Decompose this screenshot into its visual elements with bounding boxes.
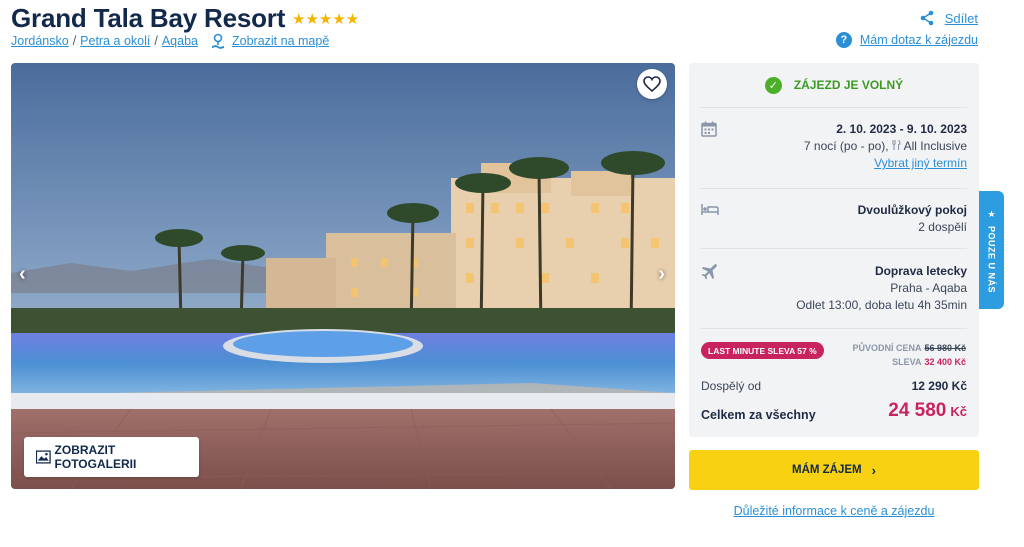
original-price: PŮVODNÍ CENA 56 980 Kč (852, 343, 966, 353)
check-circle-icon: ✓ (764, 76, 782, 94)
transport-type: Doprava letecky (874, 264, 967, 278)
breadcrumb: Jordánsko / Petra a okolí / Aqaba Zobraz… (11, 33, 329, 49)
favorite-heart-button[interactable] (637, 69, 667, 99)
page-title: Grand Tala Bay Resort (11, 3, 286, 33)
discount-value: 32 400 Kč (924, 357, 966, 367)
dates-row: 2. 10. 2023 - 9. 10. 2023 7 nocí (po - p… (701, 121, 967, 175)
total-price: 24 580 Kč (888, 400, 967, 422)
total-price-value: 24 580 (888, 400, 947, 421)
heart-icon (643, 76, 661, 92)
breadcrumb-region[interactable]: Petra a okolí (80, 34, 150, 48)
chevron-right-icon: › (871, 462, 876, 478)
star-icon: ★ (987, 209, 996, 219)
change-date-link[interactable]: Vybrat jiný termín (874, 156, 967, 170)
show-gallery-label: ZOBRAZIT FOTOGALERII (54, 443, 137, 471)
room-type: Dvoulůžkový pokoj (857, 203, 967, 217)
divider (701, 188, 967, 189)
discount-amount: SLEVA 32 400 Kč (892, 357, 966, 367)
question-icon: ? (835, 32, 852, 48)
ask-question-link[interactable]: ? Mám dotaz k zájezdu (835, 32, 978, 48)
show-gallery-button[interactable]: ZOBRAZIT FOTOGALERII (24, 437, 199, 477)
transport-row: Doprava letecky Praha - Aqaba Odlet 13:0… (701, 263, 967, 317)
bed-icon (701, 204, 719, 215)
trip-dates: 2. 10. 2023 - 9. 10. 2023 (836, 122, 967, 136)
hotel-pool-photo (11, 63, 675, 489)
breadcrumb-country[interactable]: Jordánsko (11, 34, 69, 48)
prev-photo-arrow-icon[interactable]: ‹ (19, 263, 26, 286)
total-price-row: Celkem za všechny 24 580 Kč (701, 400, 967, 426)
room-row: Dvoulůžkový pokoj 2 dospělí (701, 202, 967, 238)
map-pin-icon (212, 33, 224, 49)
share-label: Sdílet (944, 10, 978, 26)
exclusive-offer-label: POUZE U NÁS (986, 226, 997, 294)
breadcrumb-separator: / (154, 34, 158, 48)
exclusive-offer-tab[interactable]: ★ POUZE U NÁS (979, 191, 1004, 309)
board-type: All Inclusive (903, 139, 967, 153)
guest-count: 2 dospělí (918, 220, 967, 234)
interest-button-label: MÁM ZÁJEM (792, 464, 862, 476)
last-minute-discount-badge: LAST MINUTE SLEVA 57 % (701, 342, 824, 359)
total-price-label: Celkem za všechny (701, 408, 816, 422)
show-on-map-link[interactable]: Zobrazit na mapě (210, 33, 329, 49)
total-price-currency: Kč (950, 404, 967, 419)
breadcrumb-separator: / (72, 34, 77, 48)
trip-nights: 7 nocí (po - po), (803, 139, 889, 153)
adult-price-label: Dospělý od (701, 379, 762, 393)
price-info-link[interactable]: Důležité informace k ceně a zájezdu (689, 504, 979, 518)
interest-button[interactable]: MÁM ZÁJEM › (689, 450, 979, 490)
adult-price-row: Dospělý od 12 290 Kč (701, 379, 967, 393)
divider (701, 328, 967, 329)
next-photo-arrow-icon[interactable]: › (658, 263, 665, 286)
availability-status: ✓ ZÁJEZD JE VOLNÝ (689, 63, 979, 107)
discount-label: SLEVA (892, 357, 922, 367)
original-price-label: PŮVODNÍ CENA (852, 343, 922, 353)
divider (701, 248, 967, 249)
original-price-value: 56 980 Kč (924, 343, 966, 353)
trip-length-board: 7 nocí (po - po), All Inclusive (804, 138, 967, 155)
adult-price-value: 12 290 Kč (911, 379, 967, 393)
flight-route: Praha - Aqaba (890, 281, 967, 295)
calendar-icon (701, 121, 717, 137)
flight-departure: Odlet 13:00, doba letu 4h 35min (796, 298, 967, 312)
ask-question-label: Mám dotaz k zájezdu (859, 33, 978, 47)
cutlery-icon (892, 139, 901, 150)
hotel-photo-gallery[interactable]: ‹ › ZOBRAZIT FOTOGALERII (11, 63, 675, 489)
breadcrumb-city[interactable]: Aqaba (162, 34, 198, 48)
divider (701, 107, 967, 108)
airplane-icon (701, 264, 717, 280)
booking-summary-panel: ✓ ZÁJEZD JE VOLNÝ 2. 10. 2023 - 9. 10. 2… (689, 63, 979, 437)
image-icon (36, 450, 51, 464)
share-icon (920, 10, 934, 26)
availability-label: ZÁJEZD JE VOLNÝ (793, 78, 904, 92)
share-button[interactable]: Sdílet (919, 10, 978, 26)
show-on-map-label: Zobrazit na mapě (232, 34, 330, 48)
star-rating: ★★★★★ (292, 11, 360, 28)
